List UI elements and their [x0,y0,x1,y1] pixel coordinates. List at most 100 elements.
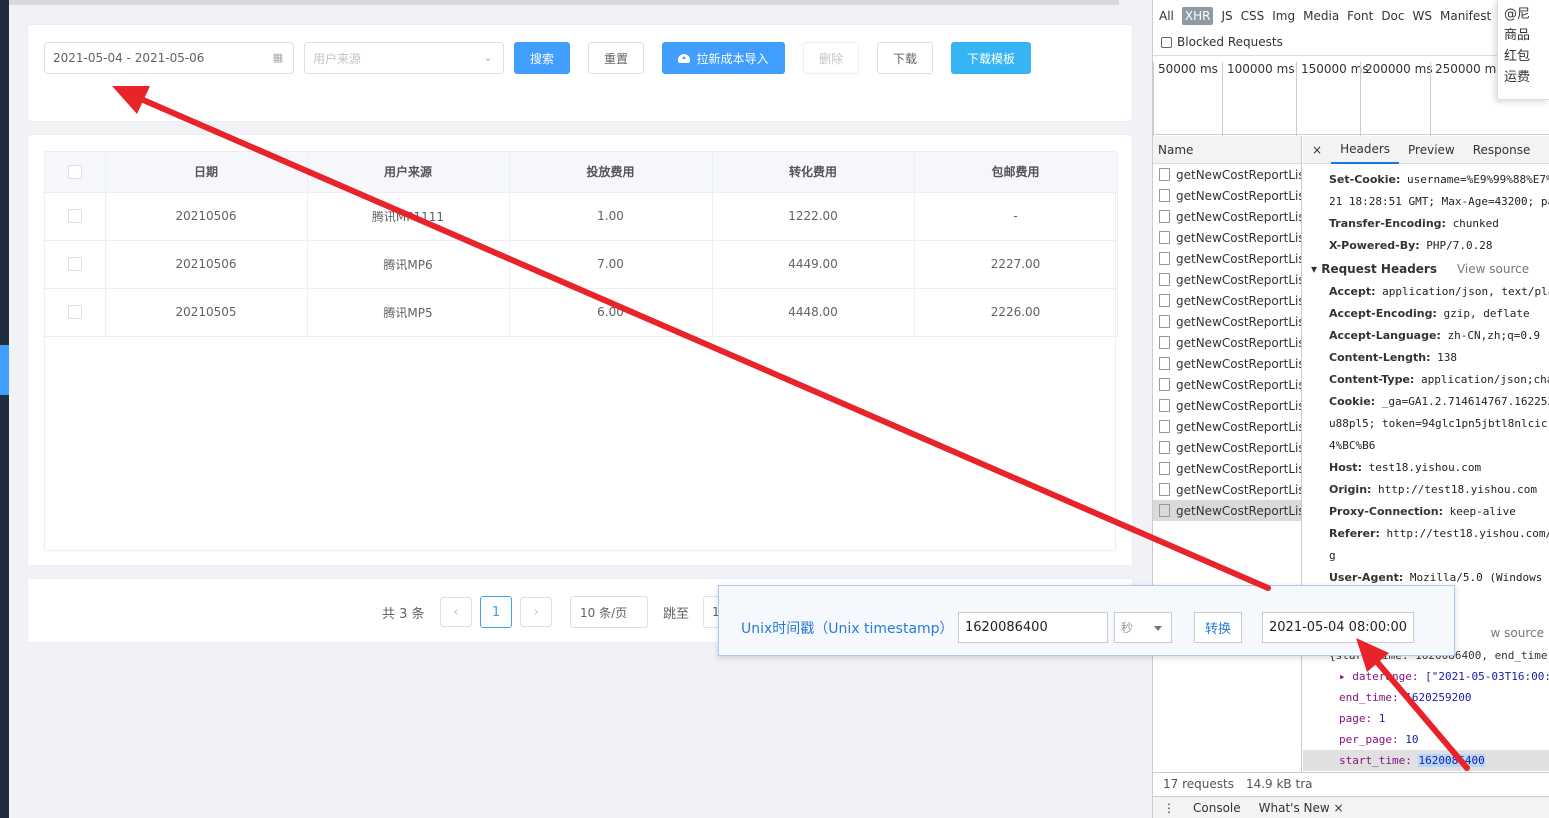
request-row[interactable]: getNewCostReportList [1153,458,1301,479]
payload-line[interactable]: page: 1 [1303,708,1549,729]
user-source-select[interactable]: 用户来源 ⌄ [304,42,504,74]
delete-button[interactable]: 删除 [803,42,859,74]
row-checkbox[interactable] [67,209,82,224]
drawer-tab-console[interactable]: Console [1193,801,1241,815]
pagination-total: 共 3 条 [382,607,425,622]
request-row[interactable]: getNewCostReportList [1153,479,1301,500]
payload-view-source-link[interactable]: w source [1491,626,1544,640]
date-range-value: 2021-05-04 - 2021-05-06 [53,51,205,65]
table-row[interactable]: 20210506 腾讯MP6 7.00 4449.00 2227.00 [45,240,1118,289]
filter-manifest[interactable]: Manifest [1440,9,1491,23]
drawer-menu-icon[interactable]: ⋮ [1163,801,1175,815]
payload-line[interactable]: per_page: 10 [1303,729,1549,750]
request-name: getNewCostReportList [1176,314,1301,329]
cell-shipping-cost: 2226.00 [914,288,1118,337]
tab-preview[interactable]: Preview [1399,136,1464,164]
filter-ws[interactable]: WS [1413,9,1432,23]
request-row[interactable]: getNewCostReportList [1153,332,1301,353]
request-row[interactable]: getNewCostReportList [1153,311,1301,332]
top-scrollbar[interactable] [9,0,1119,5]
request-header-line: Cookie: _ga=GA1.2.714614767.162253 [1329,395,1549,408]
payload-line[interactable]: start_time: 1620086400 [1303,750,1549,771]
search-button[interactable]: 搜索 [514,42,570,74]
request-row[interactable]: getNewCostReportList [1153,353,1301,374]
filter-css[interactable]: CSS [1241,9,1265,23]
network-timeline[interactable]: 50000 ms 100000 ms 150000 ms 200000 ms 2… [1153,55,1549,136]
request-row[interactable]: getNewCostReportList [1153,290,1301,311]
close-detail-icon[interactable]: × [1303,136,1331,164]
reset-button[interactable]: 重置 [588,42,644,74]
page-1-button[interactable]: 1 [480,596,512,628]
filter-font[interactable]: Font [1347,9,1373,23]
header-shipping-cost: 包邮费用 [914,152,1118,193]
devtools-filter-bar: All XHR JS CSS Img Media Font Doc WS Man… [1153,0,1549,32]
request-name: getNewCostReportList [1176,398,1301,413]
file-icon [1159,189,1170,202]
request-name: getNewCostReportList [1176,461,1301,476]
file-icon [1159,336,1170,349]
close-icon[interactable]: × [1334,801,1344,815]
request-row[interactable]: getNewCostReportList [1153,437,1301,458]
request-headers-section[interactable]: ▾ Request Headers View source [1303,257,1549,281]
blocked-requests-checkbox[interactable] [1161,36,1172,48]
tab-response[interactable]: Response [1464,136,1540,164]
timestamp-input[interactable]: 1620086400 [958,612,1108,643]
prev-page-button[interactable]: ‹ [440,597,472,627]
file-icon [1159,315,1170,328]
filter-media[interactable]: Media [1303,9,1339,23]
timeline-tick: 100000 ms [1222,62,1295,136]
converted-datetime-output[interactable]: 2021-05-04 08:00:00 [1262,612,1414,643]
table-header-row: 日期 用户来源 投放费用 转化费用 包邮费用 [45,152,1118,193]
select-all-checkbox[interactable] [67,165,82,179]
request-row[interactable]: getNewCostReportList [1153,206,1301,227]
cell-ad-cost: 7.00 [509,240,713,289]
request-row[interactable]: getNewCostReportList [1153,416,1301,437]
timestamp-unit-select[interactable]: 秒 [1114,612,1172,643]
convert-button[interactable]: 转换 [1194,612,1242,643]
request-header-line: Origin: http://test18.yishou.com [1329,483,1537,496]
request-header-line: Proxy-Connection: keep-alive [1329,505,1516,518]
timestamp-label: Unix时间戳（Unix timestamp） [741,621,954,637]
filter-all[interactable]: All [1159,9,1174,23]
request-row[interactable]: getNewCostReportList [1153,164,1301,185]
row-checkbox[interactable] [67,257,82,272]
table-row[interactable]: 20210506 腾讯MP1111 1.00 1222.00 - [45,192,1118,241]
payload-line[interactable]: ▸ daterange: ["2021-05-03T16:00:00 [1303,666,1549,687]
view-source-link[interactable]: View source [1457,262,1529,276]
blocked-requests-toggle[interactable]: Blocked Requests [1161,35,1283,49]
cell-conversion-cost: 4449.00 [712,240,915,289]
request-row[interactable]: getNewCostReportList [1153,374,1301,395]
header-checkbox-cell[interactable] [45,152,106,193]
tab-initiator[interactable]: Initi [1539,136,1549,164]
filter-xhr[interactable]: XHR [1181,7,1214,25]
file-icon [1159,252,1170,265]
request-row[interactable]: getNewCostReportList [1153,500,1301,521]
timeline-tick: 50000 ms [1153,62,1218,136]
download-button[interactable]: 下载 [877,42,933,74]
name-column-header[interactable]: Name [1153,136,1301,164]
page-size-select[interactable]: 10 条/页 [570,596,648,628]
next-page-button[interactable]: › [520,597,552,627]
timeline-tick: 200000 ms [1360,62,1433,136]
request-row[interactable]: getNewCostReportList [1153,227,1301,248]
date-range-picker[interactable]: 2021-05-04 - 2021-05-06 ▦ [44,42,294,74]
row-checkbox[interactable] [67,305,82,320]
request-row[interactable]: getNewCostReportList [1153,395,1301,416]
table-row[interactable]: 20210505 腾讯MP5 6.00 4448.00 2226.00 [45,288,1118,337]
filter-img[interactable]: Img [1272,9,1295,23]
filter-doc[interactable]: Doc [1381,9,1404,23]
cell-shipping-cost: - [914,192,1118,241]
download-template-button[interactable]: 下载模板 [951,42,1031,74]
import-cost-button[interactable]: 拉新成本导入 [662,42,785,74]
request-name: getNewCostReportList [1176,230,1301,245]
payload-line[interactable]: end_time: 1620259200 [1303,687,1549,708]
file-icon [1159,357,1170,370]
request-count: 17 requests [1163,776,1234,791]
filter-js[interactable]: JS [1221,9,1232,23]
blocked-requests-label: Blocked Requests [1177,35,1283,49]
tab-headers[interactable]: Headers [1331,136,1400,164]
request-row[interactable]: getNewCostReportList [1153,248,1301,269]
request-row[interactable]: getNewCostReportList [1153,269,1301,290]
drawer-tab-whats-new[interactable]: What's New × [1259,801,1344,815]
request-row[interactable]: getNewCostReportList [1153,185,1301,206]
